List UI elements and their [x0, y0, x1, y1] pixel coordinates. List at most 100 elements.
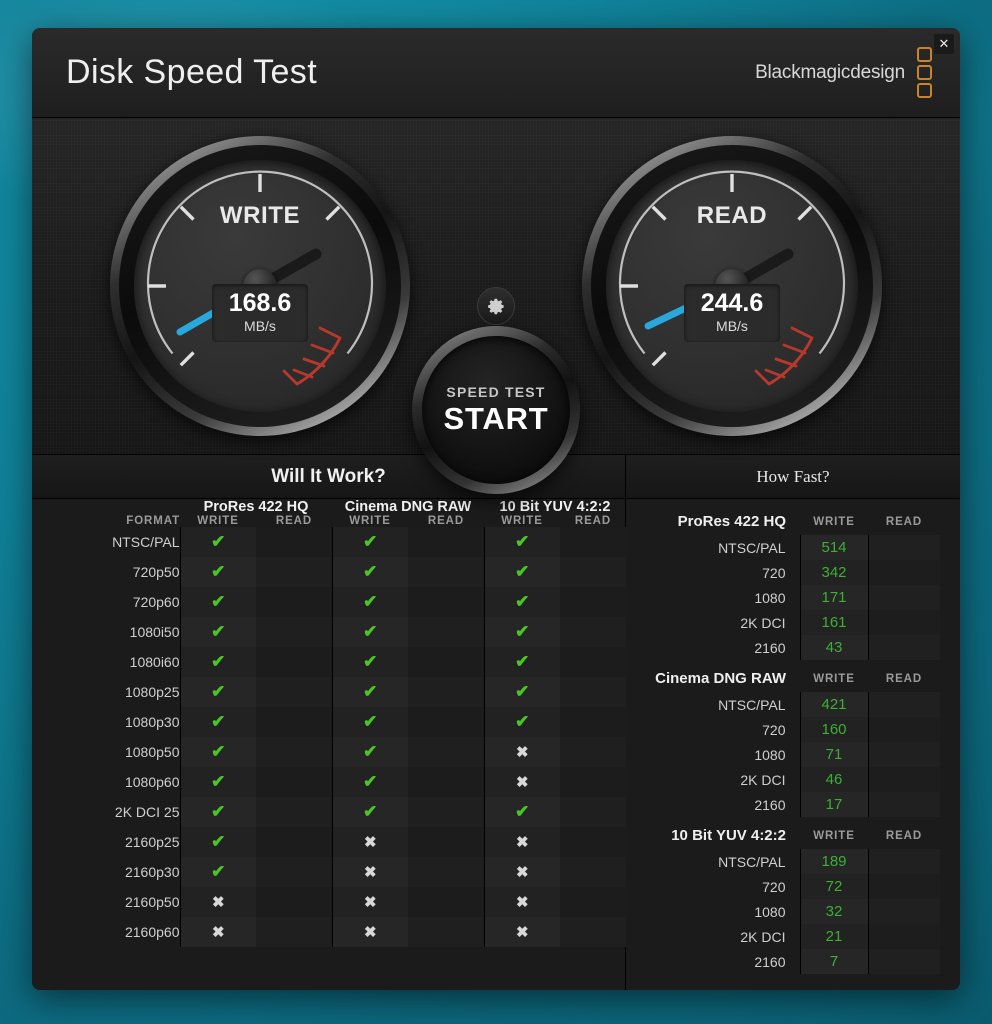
support-cell-write: ✔: [331, 527, 408, 557]
blackmagic-logo-icon: [917, 47, 932, 98]
cross-icon: ✖: [515, 923, 529, 941]
format-label: 1080i50: [129, 624, 180, 640]
list-item: 1080 71: [626, 742, 940, 767]
cross-icon: ✖: [515, 833, 529, 851]
list-item: 720 342: [626, 560, 940, 585]
table-row: 2160p30 ✔ ✖ ✖: [32, 857, 627, 887]
support-cell-read: [256, 767, 332, 797]
support-cell-write: ✖: [331, 887, 408, 917]
subheader-yuv-write: WRITE: [501, 515, 543, 527]
table-row: 720p50 ✔ ✔ ✔: [32, 557, 627, 587]
format-label: 1080p25: [124, 684, 180, 700]
table-row: 2160p25 ✔ ✖ ✖: [32, 827, 627, 857]
read-speed-value: [868, 874, 940, 899]
how-fast-group-header: ProRes 422 HQ WRITE READ: [626, 505, 940, 535]
read-gauge-label: READ: [696, 202, 768, 229]
support-cell-read: [408, 617, 484, 647]
support-cell-read: [256, 737, 332, 767]
support-cell-write: ✔: [179, 857, 256, 887]
support-cell-read: [256, 617, 332, 647]
gear-icon[interactable]: [477, 287, 515, 325]
support-cell-read: [560, 617, 627, 647]
list-item: NTSC/PAL 189: [626, 849, 940, 874]
start-button-inner: SPEED TEST START: [422, 336, 570, 484]
support-cell-read: [256, 857, 332, 887]
support-cell-read: [256, 797, 332, 827]
check-icon: ✔: [211, 772, 226, 791]
write-speed-value: 43: [799, 635, 869, 660]
list-item: 720 160: [626, 717, 940, 742]
list-item: 2160 7: [626, 949, 940, 974]
start-button-label: START: [443, 400, 549, 436]
start-button[interactable]: SPEED TEST START: [412, 326, 580, 494]
support-cell-write: ✔: [483, 587, 560, 617]
support-cell-read: [560, 677, 627, 707]
cross-icon: ✖: [515, 863, 529, 881]
support-cell-write: ✔: [179, 797, 256, 827]
write-readout: 168.6 MB/s: [212, 284, 308, 343]
read-gauge: READ 244.6 MB/s: [582, 136, 882, 436]
write-speed-value: 71: [799, 742, 869, 767]
list-item: 2K DCI 46: [626, 767, 940, 792]
check-icon: ✔: [515, 682, 530, 701]
format-label: 1080p30: [124, 714, 180, 730]
table-row: NTSC/PAL ✔ ✔ ✔: [32, 527, 627, 557]
write-gauge-label: WRITE: [219, 202, 301, 229]
write-speed-value: 72: [799, 874, 869, 899]
check-icon: ✔: [515, 562, 530, 581]
brand: Blackmagicdesign: [755, 47, 932, 98]
support-cell-write: ✔: [331, 647, 408, 677]
table-row: 1080p50 ✔ ✔ ✖: [32, 737, 627, 767]
support-cell-read: [560, 797, 627, 827]
support-cell-write: ✔: [483, 557, 560, 587]
support-cell-write: ✔: [483, 647, 560, 677]
cross-icon: ✖: [363, 893, 377, 911]
codec-header-dng: Cinema DNG RAW: [344, 499, 472, 515]
write-speed-value: 7: [799, 949, 869, 974]
support-cell-read: [408, 767, 484, 797]
write-speed-value: 17: [799, 792, 869, 817]
table-row: 2160p60 ✖ ✖ ✖: [32, 917, 627, 947]
write-speed-value: 514: [799, 535, 869, 560]
support-cell-write: ✖: [331, 857, 408, 887]
support-cell-read: [560, 887, 627, 917]
check-icon: ✔: [363, 742, 378, 761]
support-cell-write: ✔: [331, 617, 408, 647]
read-speed-value: [868, 742, 940, 767]
support-cell-write: ✔: [331, 707, 408, 737]
how-fast-group: ProRes 422 HQ WRITE READ NTSC/PAL 514 720 342 1…: [626, 505, 940, 660]
resolution-label: NTSC/PAL: [718, 696, 786, 713]
write-speed-value: 21: [799, 924, 869, 949]
read-speed-value: [868, 535, 940, 560]
check-icon: ✔: [211, 742, 226, 761]
resolution-label: 2K DCI: [740, 771, 786, 788]
support-cell-write: ✔: [331, 797, 408, 827]
format-label: 2160p60: [124, 924, 180, 940]
read-speed-value: [868, 792, 940, 817]
check-icon: ✔: [211, 622, 226, 641]
support-cell-read: [560, 737, 627, 767]
list-item: 2160 43: [626, 635, 940, 660]
table-row: 2K DCI 25 ✔ ✔ ✔: [32, 797, 627, 827]
support-cell-write: ✔: [483, 527, 560, 557]
support-cell-write: ✔: [331, 587, 408, 617]
codec-header-yuv: 10 Bit YUV 4:2:2: [499, 499, 611, 515]
will-it-work-tbody: NTSC/PAL ✔ ✔ ✔ 720p50 ✔ ✔ ✔ 720p60 ✔ ✔ ✔ 1080i50 ✔ ✔ ✔ 1…: [32, 527, 627, 947]
support-cell-read: [560, 557, 627, 587]
codec-name: 10 Bit YUV 4:2:2: [671, 827, 786, 844]
format-label: 1080i60: [129, 654, 180, 670]
read-speed-value: [868, 635, 940, 660]
read-speed-value: [868, 924, 940, 949]
support-cell-read: [560, 917, 627, 947]
read-speed-value: [868, 610, 940, 635]
close-icon[interactable]: ✕: [934, 34, 954, 54]
support-cell-read: [408, 587, 484, 617]
support-cell-write: ✔: [331, 767, 408, 797]
format-label: 2160p50: [124, 894, 180, 910]
will-it-work-title: Will It Work?: [271, 465, 386, 487]
write-column-header: WRITE: [813, 829, 855, 842]
support-cell-write: ✔: [483, 617, 560, 647]
support-cell-write: ✔: [179, 737, 256, 767]
cross-icon: ✖: [363, 863, 377, 881]
how-fast-body: ProRes 422 HQ WRITE READ NTSC/PAL 514 720 342 1…: [626, 499, 960, 976]
